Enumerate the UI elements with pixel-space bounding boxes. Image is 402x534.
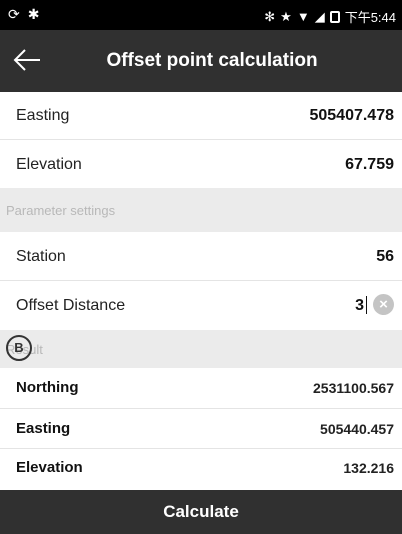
result-easting-row: Easting 505440.457 (0, 409, 402, 448)
sync-icon: ⟳ (8, 6, 20, 22)
star-icon: ★ (280, 8, 292, 24)
status-time: 下午5:44 (344, 10, 396, 25)
android-icon: ✱ (27, 6, 40, 22)
save-icon[interactable]: B (6, 335, 32, 361)
offset-distance-row[interactable]: Offset Distance 3 × (0, 281, 402, 329)
elevation-label: Elevation (16, 156, 82, 173)
status-right-icons: ✻ ★ ▼ ◢ 下午5:44 (264, 7, 396, 26)
easting-row: Easting 505407.478 (0, 92, 402, 139)
result-elevation-label: Elevation (16, 459, 83, 476)
station-row[interactable]: Station 56 (0, 232, 402, 280)
battery-icon (329, 10, 340, 23)
wifi-icon: ▼ (296, 9, 310, 24)
northing-label: Northing (16, 379, 79, 396)
easting-label: Easting (16, 107, 70, 124)
parameter-settings-header: Parameter settings (0, 188, 402, 232)
station-label: Station (16, 248, 66, 265)
app-bar: Offset point calculation (0, 30, 402, 92)
bluetooth-icon: ✻ (264, 8, 276, 24)
result-elevation-value: 132.216 (343, 460, 394, 476)
page-title: Offset point calculation (106, 50, 318, 71)
result-northing-row: Northing 2531100.567 (0, 368, 402, 408)
offset-distance-label: Offset Distance (16, 297, 126, 314)
station-input[interactable]: 56 (376, 248, 394, 266)
northing-value: 2531100.567 (313, 380, 394, 396)
offset-distance-input[interactable]: 3 (355, 297, 364, 315)
elevation-value: 67.759 (345, 156, 394, 173)
result-elevation-row: Elevation 132.216 (0, 449, 402, 490)
text-caret (366, 296, 367, 314)
result-easting-label: Easting (16, 420, 71, 437)
result-header: Result B (0, 330, 402, 368)
status-left-icons: ⟳ ✱ (8, 6, 39, 23)
result-easting-value: 505440.457 (320, 421, 394, 437)
elevation-row: Elevation 67.759 (0, 140, 402, 187)
parameter-settings-title: Parameter settings (6, 203, 116, 218)
clear-icon[interactable]: × (373, 294, 394, 315)
status-bar: ⟳ ✱ ✻ ★ ▼ ◢ 下午5:44 (0, 0, 402, 30)
easting-value: 505407.478 (309, 107, 394, 124)
calculate-button[interactable]: Calculate (0, 490, 402, 534)
signal-icon: ◢ (314, 8, 325, 24)
